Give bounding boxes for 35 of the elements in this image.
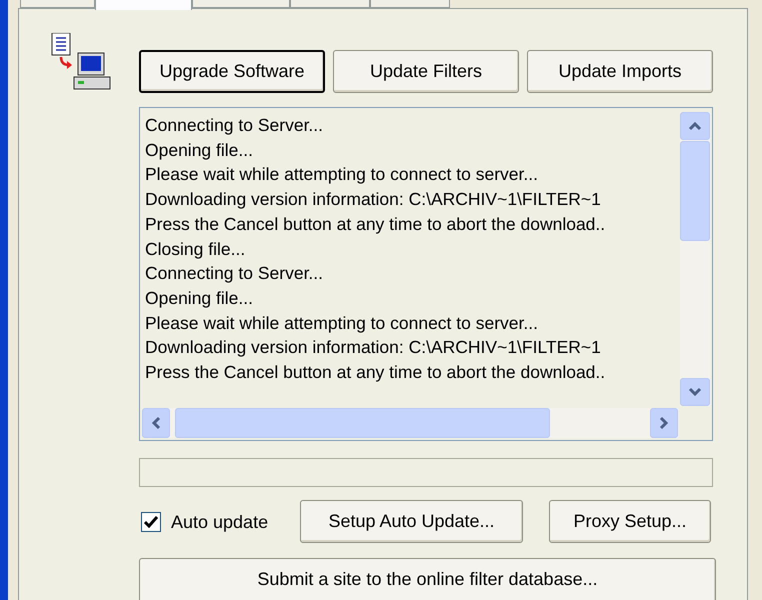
log-line: Press the Cancel button at any time to abort the download.. xyxy=(145,212,606,236)
check-icon xyxy=(144,516,158,528)
chevron-left-icon xyxy=(151,416,161,430)
log-line: Connecting to Server... xyxy=(145,262,324,286)
log-line: Opening file... xyxy=(145,286,253,310)
scroll-right-button[interactable] xyxy=(650,408,678,438)
scroll-up-button[interactable] xyxy=(680,112,710,140)
log-line: Please wait while attempting to connect to server... xyxy=(145,312,538,335)
setup-button[interactable]: Setup Auto Update... xyxy=(300,500,523,543)
action-button[interactable]: Update Filters xyxy=(333,50,519,93)
tab[interactable] xyxy=(290,0,370,8)
scroll-thumb[interactable] xyxy=(680,141,710,241)
log-line: Please wait while attempting to connect to server... xyxy=(145,163,538,186)
scroll-down-button[interactable] xyxy=(680,378,710,406)
checkbox[interactable] xyxy=(141,512,161,532)
log-line: Closing file... xyxy=(145,238,246,261)
scroll-thumb[interactable] xyxy=(175,408,550,438)
tab[interactable] xyxy=(95,0,192,10)
chevron-down-icon xyxy=(688,387,702,397)
log-line: Connecting to Server... xyxy=(145,114,324,137)
log-line: Downloading version information: C:\ARCHIV~1\FILTER~1 xyxy=(145,336,601,360)
checkbox-label: Auto update xyxy=(171,511,270,534)
chevron-up-icon xyxy=(688,121,702,131)
scroll-left-button[interactable] xyxy=(142,408,170,438)
submit-site-button[interactable]: Submit a site to the online filter database... xyxy=(139,558,716,600)
tab[interactable] xyxy=(192,0,290,8)
log-line: Press the Cancel button at any time to abort the download.. xyxy=(145,361,606,384)
tab[interactable] xyxy=(370,0,450,8)
action-button[interactable]: Update Imports xyxy=(527,50,713,93)
log-line: Opening file... xyxy=(145,138,253,162)
log-line: Downloading version information: C:\ARCHIV~1\FILTER~1 xyxy=(145,188,601,212)
chevron-right-icon xyxy=(659,416,669,430)
setup-button[interactable]: Proxy Setup... xyxy=(549,500,711,543)
tab[interactable] xyxy=(20,0,95,8)
action-button[interactable]: Upgrade Software xyxy=(139,50,325,93)
